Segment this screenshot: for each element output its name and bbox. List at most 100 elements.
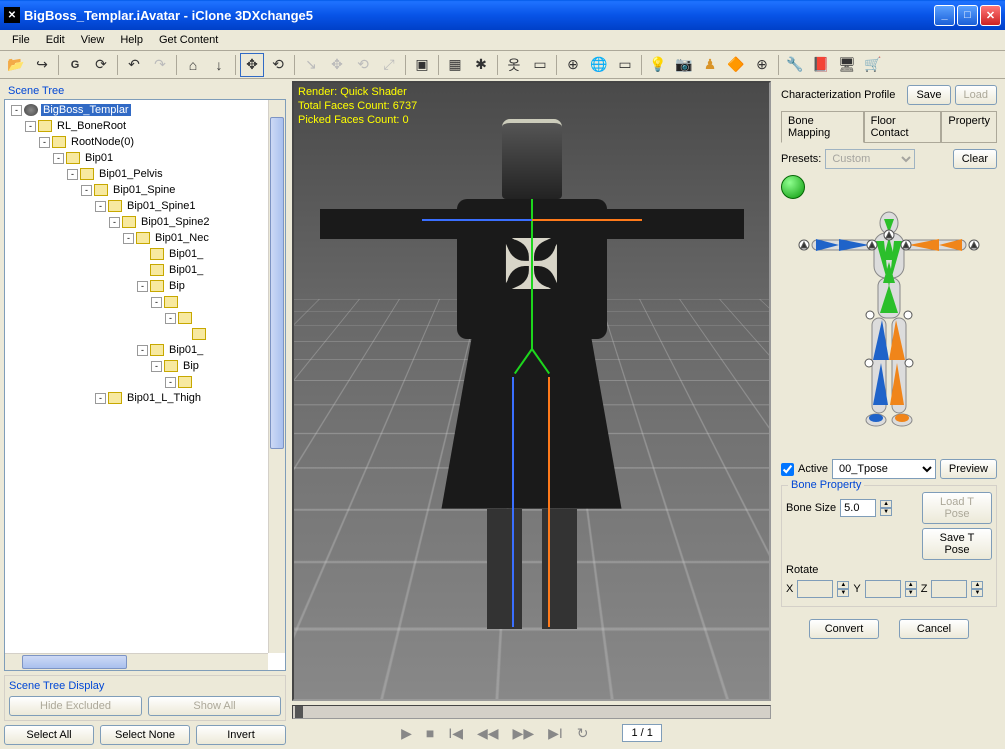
tree-node[interactable]: -BigBoss_Templar: [7, 102, 283, 118]
tree-node[interactable]: -: [7, 294, 283, 310]
expand-icon[interactable]: -: [67, 169, 78, 180]
maximize-button[interactable]: □: [957, 5, 978, 26]
active-checkbox[interactable]: [781, 463, 794, 476]
export-icon[interactable]: ↪: [30, 53, 54, 77]
panel-icon[interactable]: ▭: [528, 53, 552, 77]
tool8-icon[interactable]: ⤢: [377, 53, 401, 77]
undo-icon[interactable]: ↶: [122, 53, 146, 77]
expand-icon[interactable]: -: [137, 281, 148, 292]
window-icon[interactable]: ▣: [410, 53, 434, 77]
tree-node[interactable]: -RootNode(0): [7, 134, 283, 150]
expand-icon[interactable]: -: [95, 393, 106, 404]
timeline-slider[interactable]: [292, 705, 771, 719]
bulb-icon[interactable]: 💡: [646, 53, 670, 77]
tree-node[interactable]: -: [7, 310, 283, 326]
expand-icon[interactable]: -: [151, 361, 162, 372]
tree-node[interactable]: Bip01_: [7, 262, 283, 278]
camera-icon[interactable]: 📷: [672, 53, 696, 77]
scene-tree[interactable]: -BigBoss_Templar-RL_BoneRoot-RootNode(0)…: [4, 99, 286, 671]
down-icon[interactable]: ↓: [207, 53, 231, 77]
bone-figure[interactable]: [794, 205, 984, 455]
save-tpose-button[interactable]: Save T Pose: [922, 528, 992, 560]
menu-help[interactable]: Help: [112, 32, 151, 48]
refresh-icon[interactable]: ⟳: [89, 53, 113, 77]
menu-edit[interactable]: Edit: [38, 32, 73, 48]
expand-icon[interactable]: -: [151, 297, 162, 308]
preview-button[interactable]: Preview: [940, 459, 997, 479]
expand-icon[interactable]: -: [53, 153, 64, 164]
cancel-button[interactable]: Cancel: [899, 619, 969, 639]
g-icon[interactable]: G: [63, 53, 87, 77]
rotate-x-input[interactable]: [797, 580, 833, 598]
expand-icon[interactable]: -: [109, 217, 120, 228]
wrench-icon[interactable]: 🔧: [783, 53, 807, 77]
move-icon[interactable]: ✥: [240, 53, 264, 77]
globe2-icon[interactable]: ⊕: [750, 53, 774, 77]
expand-icon[interactable]: -: [165, 313, 176, 324]
tree-node[interactable]: Bip01_: [7, 246, 283, 262]
bone-size-spinner[interactable]: ▲▼: [880, 500, 892, 516]
first-icon[interactable]: I◀: [448, 725, 463, 742]
tree-node[interactable]: -Bip: [7, 358, 283, 374]
tab-floor-contact[interactable]: Floor Contact: [864, 111, 942, 142]
tab-property[interactable]: Property: [941, 111, 997, 142]
rotate-x-spinner[interactable]: ▲▼: [837, 581, 849, 597]
invert-button[interactable]: Invert: [196, 725, 286, 745]
hide-excluded-button[interactable]: Hide Excluded: [9, 696, 142, 716]
device-icon[interactable]: 🖥: [835, 53, 859, 77]
menu-file[interactable]: File: [4, 32, 38, 48]
tree-node[interactable]: -Bip01_Spine: [7, 182, 283, 198]
tree-node[interactable]: -Bip01_Nec: [7, 230, 283, 246]
expand-icon[interactable]: -: [11, 105, 22, 116]
tool7-icon[interactable]: ⟲: [351, 53, 375, 77]
center-icon[interactable]: ⊕: [561, 53, 585, 77]
prev-icon[interactable]: ◀◀: [477, 725, 499, 742]
last-icon[interactable]: ▶I: [548, 725, 563, 742]
marketplace-icon[interactable]: 🛒: [861, 53, 885, 77]
open-icon[interactable]: 📂: [4, 53, 28, 77]
expand-icon[interactable]: -: [123, 233, 134, 244]
rotate-z-input[interactable]: [931, 580, 967, 598]
figure-icon[interactable]: 옷: [502, 53, 526, 77]
clear-button[interactable]: Clear: [953, 149, 997, 169]
rotate-z-spinner[interactable]: ▲▼: [971, 581, 983, 597]
home-icon[interactable]: ⌂: [181, 53, 205, 77]
expand-icon[interactable]: -: [25, 121, 36, 132]
convert-button[interactable]: Convert: [809, 619, 879, 639]
tree-scrollbar-h[interactable]: [5, 653, 268, 670]
close-button[interactable]: ✕: [980, 5, 1001, 26]
expand-icon[interactable]: -: [165, 377, 176, 388]
tree-scrollbar-v[interactable]: [268, 100, 285, 653]
tree-node[interactable]: -Bip01: [7, 150, 283, 166]
tree-node[interactable]: -Bip01_Spine2: [7, 214, 283, 230]
grid-icon[interactable]: ▦: [443, 53, 467, 77]
select-none-button[interactable]: Select None: [100, 725, 190, 745]
next-icon[interactable]: ▶▶: [513, 725, 535, 742]
tree-node[interactable]: -Bip01_: [7, 342, 283, 358]
expand-icon[interactable]: -: [81, 185, 92, 196]
select-all-button[interactable]: Select All: [4, 725, 94, 745]
user-icon[interactable]: ♟: [698, 53, 722, 77]
panel2-icon[interactable]: ▭: [613, 53, 637, 77]
tree-node[interactable]: -Bip01_L_Thigh: [7, 390, 283, 406]
rotate-y-input[interactable]: [865, 580, 901, 598]
book-icon[interactable]: 📕: [809, 53, 833, 77]
tree-node[interactable]: -Bip01_Pelvis: [7, 166, 283, 182]
viewport-3d[interactable]: Render: Quick Shader Total Faces Count: …: [292, 81, 771, 701]
tab-bone-mapping[interactable]: Bone Mapping: [781, 111, 864, 143]
load-button[interactable]: Load: [955, 85, 997, 105]
save-button[interactable]: Save: [907, 85, 950, 105]
minimize-button[interactable]: _: [934, 5, 955, 26]
tree-node[interactable]: -RL_BoneRoot: [7, 118, 283, 134]
tool5-icon[interactable]: ↘: [299, 53, 323, 77]
menu-get-content[interactable]: Get Content: [151, 32, 226, 48]
tree-node[interactable]: -Bip01_Spine1: [7, 198, 283, 214]
tree-node[interactable]: -: [7, 374, 283, 390]
bone-size-input[interactable]: [840, 499, 876, 517]
play-icon[interactable]: ▶: [401, 725, 412, 742]
globe-icon[interactable]: 🌐: [587, 53, 611, 77]
presets-select[interactable]: Custom: [825, 149, 915, 169]
rotate-icon[interactable]: ⟲: [266, 53, 290, 77]
stop-icon[interactable]: ■: [426, 725, 434, 741]
expand-icon[interactable]: -: [137, 345, 148, 356]
